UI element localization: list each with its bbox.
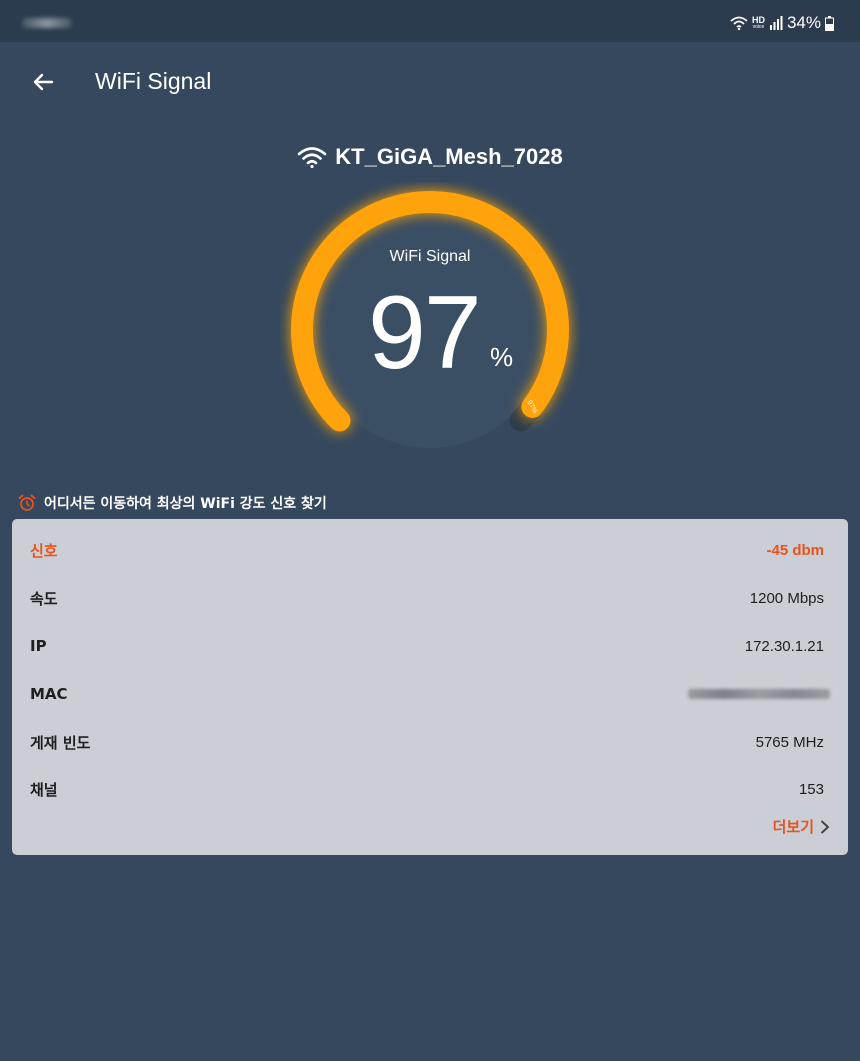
info-row-signal: 신호 -45 dbm <box>12 535 848 565</box>
status-bar: HD voice 34% <box>0 0 860 42</box>
battery-percent: 34% <box>786 13 821 32</box>
info-row-mac: MAC <box>12 679 848 709</box>
app-bar: WiFi Signal <box>0 52 860 112</box>
hint-text: 어디서든 이동하여 최상의 WiFi 강도 신호 찾기 <box>44 496 327 512</box>
frequency-label: 게재 빈도 <box>30 733 91 752</box>
signal-gauge: 97% WiFi Signal 97 % <box>280 182 580 472</box>
frequency-value: 5765 MHz <box>755 733 824 751</box>
hint-row: 어디서든 이동하여 최상의 WiFi 강도 신호 찾기 <box>18 491 327 515</box>
back-button[interactable] <box>26 64 62 100</box>
ip-value: 172.30.1.21 <box>744 637 824 655</box>
info-row-ip: IP 172.30.1.21 <box>12 631 848 661</box>
alarm-clock-icon <box>18 494 36 511</box>
status-time-blurred <box>22 18 72 28</box>
gauge-unit: % <box>490 342 514 372</box>
wifi-icon <box>297 147 327 168</box>
ip-label: IP <box>30 637 47 655</box>
mac-label: MAC <box>30 685 68 703</box>
wifi-status-icon <box>730 16 748 30</box>
hd-sub-label: voice <box>752 24 765 30</box>
network-info-card: 신호 -45 dbm 속도 1200 Mbps IP 172.30.1.21 M… <box>12 519 848 855</box>
gauge-label: WiFi Signal <box>389 248 471 265</box>
arrow-left-icon <box>33 73 54 91</box>
info-row-frequency: 게재 빈도 5765 MHz <box>12 727 848 757</box>
info-row-speed: 속도 1200 Mbps <box>12 583 848 613</box>
battery-icon <box>825 15 834 31</box>
hd-voice-icon: HD voice <box>752 16 765 31</box>
chevron-right-icon <box>821 820 829 833</box>
status-icons: HD voice 34% <box>730 12 834 34</box>
signal-value: -45 dbm <box>766 541 824 559</box>
cell-signal-icon <box>769 16 783 30</box>
gauge-value: 97 <box>368 275 482 391</box>
info-row-channel: 채널 153 <box>12 774 848 804</box>
channel-label: 채널 <box>30 780 58 799</box>
channel-value: 153 <box>798 780 824 798</box>
signal-label: 신호 <box>30 541 58 560</box>
speed-label: 속도 <box>30 589 58 608</box>
more-button[interactable]: 더보기 <box>773 816 830 837</box>
speed-value: 1200 Mbps <box>749 589 824 607</box>
network-ssid: KT_GiGA_Mesh_7028 <box>335 144 563 169</box>
mac-value-redacted <box>688 689 830 699</box>
page-title: WiFi Signal <box>95 68 212 94</box>
more-label: 더보기 <box>772 818 814 836</box>
network-name-row: KT_GiGA_Mesh_7028 <box>0 142 860 172</box>
